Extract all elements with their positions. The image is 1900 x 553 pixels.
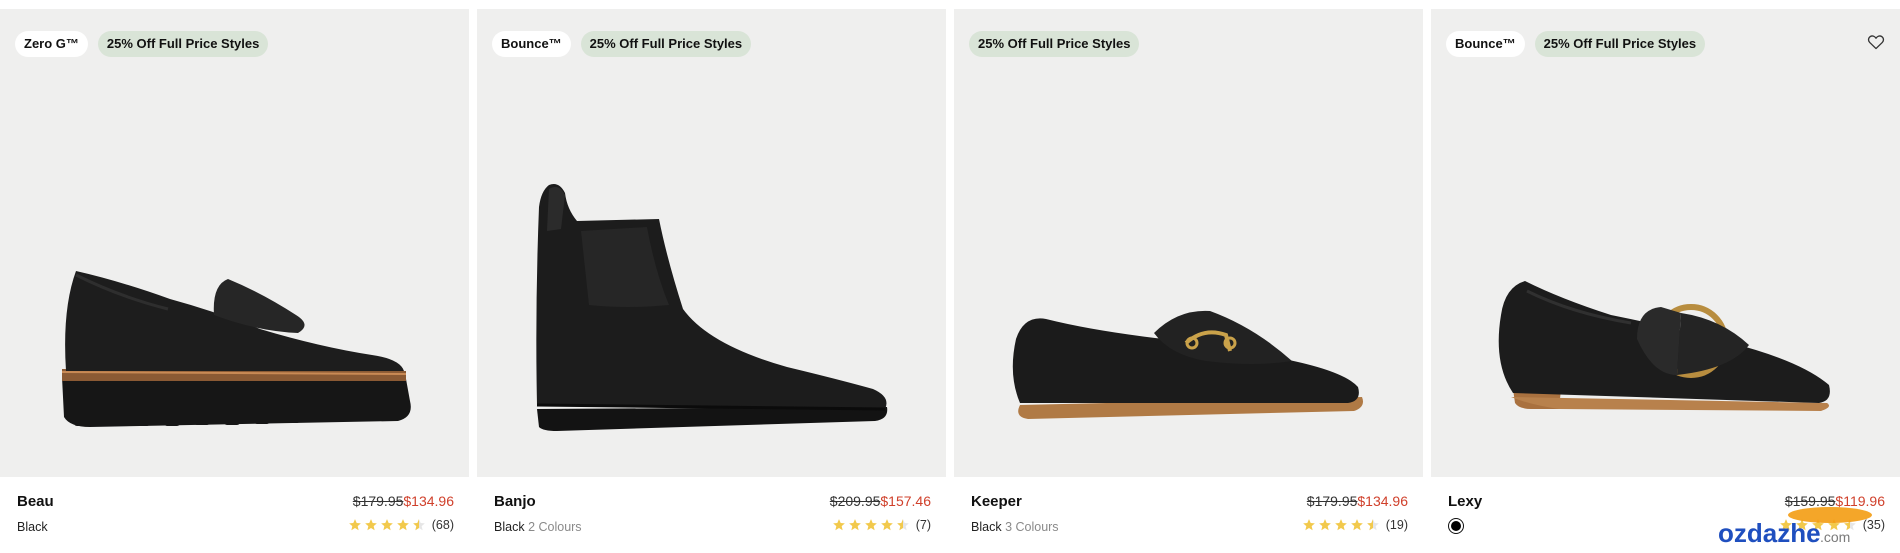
product-name[interactable]: Keeper — [971, 493, 1022, 510]
colour-label: Black — [17, 520, 48, 534]
badge-row: Bounce™ 25% Off Full Price Styles — [1446, 31, 1706, 57]
colour-label: Black 2 Colours — [494, 520, 582, 534]
product-name[interactable]: Lexy — [1448, 493, 1482, 510]
star-icon — [880, 518, 894, 532]
sale-price: $157.46 — [880, 493, 931, 509]
star-icon — [348, 518, 362, 532]
colour-label: Black 3 Colours — [971, 520, 1059, 534]
original-price: $179.95 — [1306, 493, 1358, 509]
original-price: $209.95 — [829, 493, 881, 509]
product-name[interactable]: Beau — [17, 493, 54, 510]
star-icon — [848, 518, 862, 532]
review-count: (19) — [1385, 518, 1408, 532]
heart-outline-icon[interactable] — [1867, 34, 1885, 50]
promo-badge: 25% Off Full Price Styles — [969, 31, 1140, 57]
svg-text:ozdazhe: ozdazhe — [1718, 518, 1821, 548]
svg-text:.com: .com — [1820, 529, 1850, 545]
star-icon — [396, 518, 410, 532]
price-group: $179.95$134.96 — [1307, 493, 1408, 509]
promo-badge: 25% Off Full Price Styles — [580, 31, 752, 57]
product-image-area[interactable]: Bounce™ 25% Off Full Price Styles — [1431, 9, 1900, 477]
product-image-area[interactable]: 25% Off Full Price Styles — [954, 9, 1423, 477]
swatch-fill — [1451, 521, 1461, 531]
technology-badge: Bounce™ — [492, 31, 571, 57]
product-card-beau[interactable]: Zero G™ 25% Off Full Price Styles Beau $… — [0, 0, 469, 553]
colour-name: Black — [494, 520, 525, 534]
technology-badge: Bounce™ — [1446, 31, 1525, 57]
product-name[interactable]: Banjo — [494, 493, 536, 510]
star-icon — [364, 518, 378, 532]
star-half-icon — [896, 518, 910, 532]
colour-name: Black — [17, 520, 48, 534]
watermark-logo: ozdazhe .com — [1718, 507, 1872, 548]
star-icon — [1350, 518, 1364, 532]
product-image-buckle-flat — [1498, 281, 1830, 411]
badge-row: Zero G™ 25% Off Full Price Styles — [15, 31, 269, 57]
product-card-keeper[interactable]: 25% Off Full Price Styles Keeper $179.95… — [954, 0, 1423, 553]
product-image-loafer — [61, 271, 411, 427]
product-image-area[interactable]: Bounce™ 25% Off Full Price Styles — [477, 9, 946, 477]
star-icon — [864, 518, 878, 532]
product-image-area[interactable]: Zero G™ 25% Off Full Price Styles — [0, 9, 469, 477]
star-rating: (7) — [832, 518, 931, 532]
star-icon — [1334, 518, 1348, 532]
colour-name: Black — [971, 520, 1002, 534]
badge-row: Bounce™ 25% Off Full Price Styles — [492, 31, 752, 57]
review-count: (68) — [431, 518, 454, 532]
price-group: $209.95$157.46 — [830, 493, 931, 509]
price-group: $179.95$134.96 — [353, 493, 454, 509]
original-price: $179.95 — [352, 493, 404, 509]
star-icon — [380, 518, 394, 532]
more-colours[interactable]: 2 Colours — [528, 520, 582, 534]
sale-price: $134.96 — [403, 493, 454, 509]
more-colours[interactable]: 3 Colours — [1005, 520, 1059, 534]
review-count: (7) — [915, 518, 931, 532]
promo-badge: 25% Off Full Price Styles — [97, 31, 269, 57]
product-image-horsebit-loafer — [1012, 310, 1363, 419]
star-half-icon — [412, 518, 426, 532]
badge-row: 25% Off Full Price Styles — [969, 31, 1140, 57]
technology-badge: Zero G™ — [15, 31, 88, 57]
product-grid: Zero G™ 25% Off Full Price Styles Beau $… — [0, 0, 1900, 553]
star-icon — [1318, 518, 1332, 532]
product-card-banjo[interactable]: Bounce™ 25% Off Full Price Styles Banjo … — [477, 0, 946, 553]
star-half-icon — [1366, 518, 1380, 532]
promo-badge: 25% Off Full Price Styles — [1534, 31, 1706, 57]
star-rating: (19) — [1302, 518, 1408, 532]
star-icon — [832, 518, 846, 532]
sale-price: $134.96 — [1357, 493, 1408, 509]
product-image-chelsea-boot — [536, 184, 888, 431]
star-icon — [1302, 518, 1316, 532]
colour-swatch-black[interactable] — [1448, 518, 1464, 534]
product-card-lexy[interactable]: Bounce™ 25% Off Full Price Styles Lexy $… — [1431, 0, 1900, 553]
star-rating: (68) — [348, 518, 454, 532]
